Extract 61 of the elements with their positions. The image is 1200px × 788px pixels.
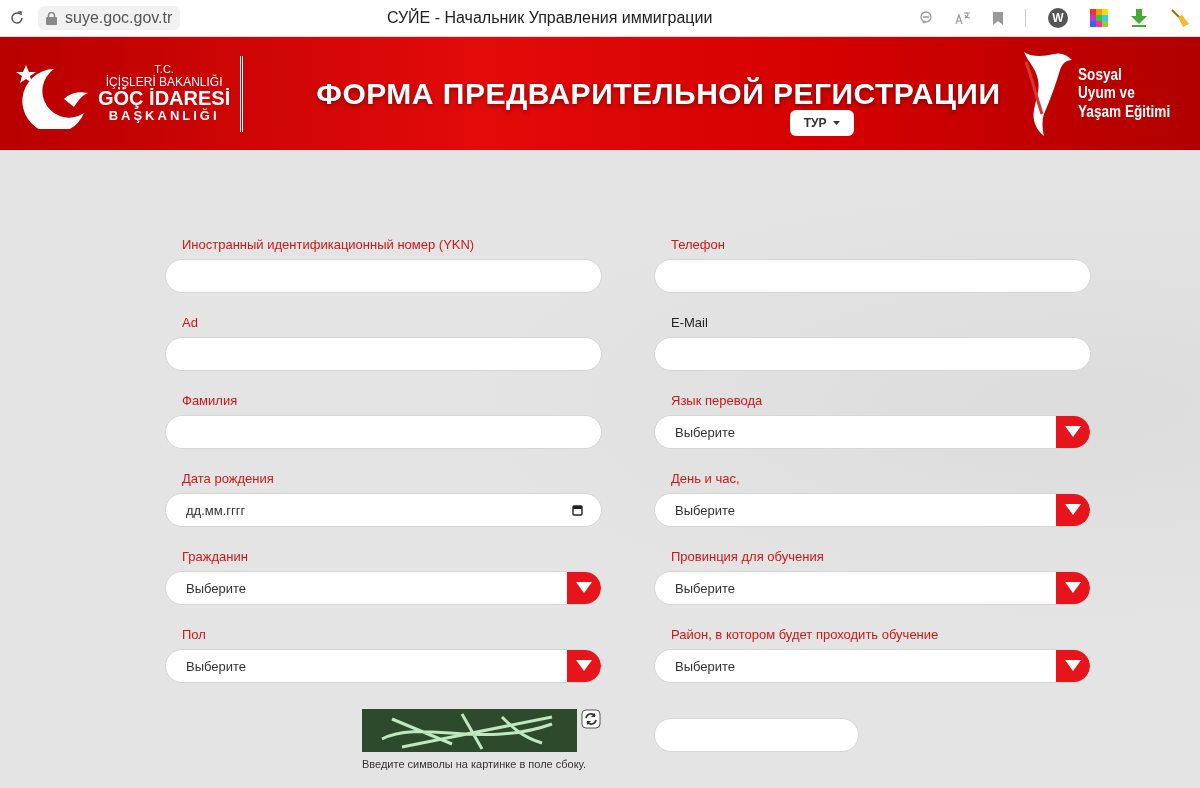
logo-text: Uyum ve [1077, 84, 1136, 103]
date-placeholder: дд.мм.гггг [186, 502, 246, 518]
caret-icon [832, 121, 840, 125]
broom-icon[interactable] [1170, 8, 1190, 28]
field-label: Район, в котором будет проходить обучение [670, 627, 940, 643]
input-field[interactable] [165, 415, 602, 449]
field-label: Телефон [670, 237, 726, 253]
captcha-input-field[interactable] [654, 718, 859, 752]
reload-icon[interactable] [10, 11, 24, 25]
select-value: Выберите [675, 580, 736, 596]
date-field[interactable]: дд.мм.гггг [165, 493, 602, 527]
field-label: Гражданин [181, 549, 249, 565]
logo-text: İÇİŞLERİ BAKANLIĞI [105, 75, 223, 89]
select-value: Выберите [186, 658, 247, 674]
input-field[interactable] [165, 337, 602, 371]
dropdown-arrow-icon [1056, 572, 1090, 604]
logo-text: Yaşam Eğitimi [1077, 102, 1170, 122]
color-grid-icon[interactable] [1090, 9, 1108, 27]
select-value: Выберите [675, 424, 736, 440]
download-arrow-icon[interactable] [1130, 9, 1148, 27]
select-field[interactable]: Выберите [654, 571, 1091, 605]
select-value: Выберите [675, 658, 736, 674]
field-label: Иностранный идентификационный номер (YKN) [181, 237, 476, 253]
select-value: Выберите [675, 502, 736, 518]
input-field[interactable] [654, 259, 1091, 293]
select-field[interactable]: Выберите [165, 571, 602, 605]
dropdown-arrow-icon [1056, 416, 1090, 448]
select-field[interactable]: Выберите [165, 649, 602, 683]
zoom-icon[interactable] [919, 11, 933, 25]
field-label: Пол [181, 627, 207, 643]
select-field[interactable]: Выберите [654, 415, 1091, 449]
translate-icon[interactable] [955, 11, 971, 25]
select-value: Выберите [186, 580, 247, 596]
input-field[interactable] [654, 337, 1091, 371]
field-label: Дата рождения [181, 471, 275, 487]
select-field[interactable]: Выберите [654, 493, 1091, 527]
dropdown-arrow-icon [1056, 650, 1090, 682]
logo-text: T.C. [154, 64, 174, 76]
calendar-icon[interactable] [572, 504, 583, 516]
bookmark-icon[interactable] [993, 11, 1003, 25]
field-label: Фамилия [181, 393, 239, 409]
refresh-icon[interactable] [581, 709, 601, 729]
field-label: День и час, [670, 471, 741, 487]
form-title: ФОРМА ПРЕДВАРИТЕЛЬНОЙ РЕГИСТРАЦИИ [316, 76, 1001, 111]
dropdown-arrow-icon [567, 572, 601, 604]
field-label: Провинция для обучения [670, 549, 825, 565]
language-dropdown[interactable]: ТУР [789, 110, 854, 136]
page-title: СУЙЕ - Начальник Управления иммиграции [385, 9, 714, 27]
extension-icon[interactable]: W [1048, 8, 1068, 28]
field-label: Язык перевода [670, 393, 764, 409]
address-bar[interactable]: suye.goc.gov.tr [38, 6, 181, 30]
field-label: Ad [181, 315, 199, 331]
dropdown-arrow-icon [1056, 494, 1090, 526]
dropdown-arrow-icon [567, 650, 601, 682]
select-field[interactable]: Выберите [654, 649, 1091, 683]
field-label: E-Mail [670, 315, 709, 331]
captcha-hint: Введите символы на картинке в поле сбоку. [362, 758, 587, 770]
input-field[interactable] [165, 259, 602, 293]
logo-text: Sosyal [1077, 65, 1123, 85]
lock-icon[interactable] [46, 11, 57, 25]
logo-text: BAŞKANLIĞI [108, 109, 220, 123]
